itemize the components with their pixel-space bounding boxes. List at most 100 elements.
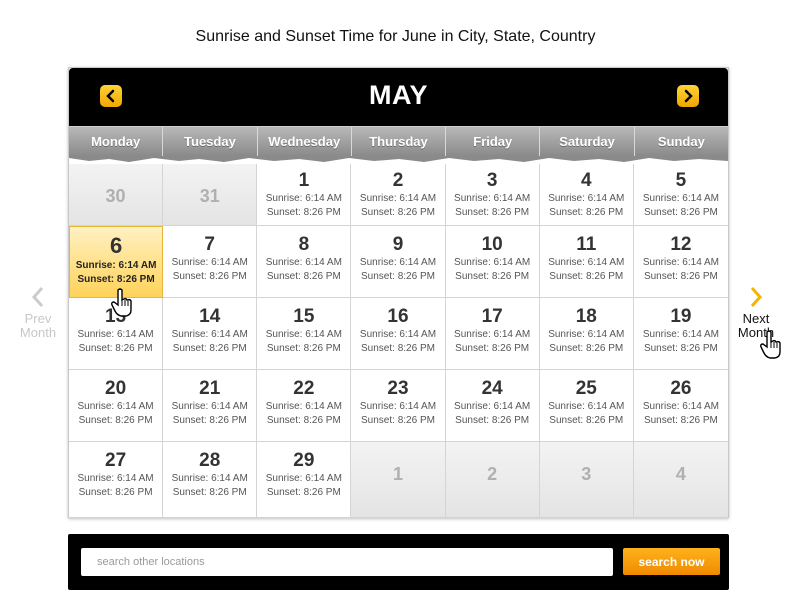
chevron-right-icon [684,89,693,103]
sunset-time: Sunset: 8:26 PM [78,415,153,426]
day-number: 20 [105,378,127,399]
sunrise-time: Sunrise: 6:14 AM [548,401,625,412]
sunrise-time: Sunrise: 6:14 AM [642,329,719,340]
day-number: 29 [293,450,315,471]
sunset-time: Sunset: 8:26 PM [455,271,530,282]
search-button[interactable]: search now [623,548,720,575]
sunset-time: Sunset: 8:26 PM [172,271,247,282]
calendar-day[interactable]: 27 Sunrise: 6:14 AM Sunset: 8:26 PM [69,442,164,518]
sunset-time: Sunset: 8:26 PM [172,415,247,426]
day-number: 4 [675,464,686,484]
sunset-time: Sunset: 8:26 PM [455,207,530,218]
day-number: 26 [670,378,692,399]
sunset-time: Sunset: 8:26 PM [172,343,247,354]
calendar-day[interactable]: 5 Sunrise: 6:14 AM Sunset: 8:26 PM [633,164,728,226]
day-number: 3 [581,464,592,484]
sunrise-time: Sunrise: 6:14 AM [548,257,625,268]
day-number: 27 [105,450,127,471]
search-input[interactable] [81,548,613,576]
calendar-day-other-month[interactable]: 4 [633,442,728,518]
weekday-label: Thursday [352,127,447,156]
day-number: 1 [298,170,310,191]
day-number: 2 [392,170,404,191]
weekday-label: Monday [69,127,164,156]
calendar-day[interactable]: 8 Sunrise: 6:14 AM Sunset: 8:26 PM [257,226,352,298]
sunset-time: Sunset: 8:26 PM [549,415,624,426]
sunrise-time: Sunrise: 6:14 AM [75,260,157,271]
weekday-label: Tuesday [163,127,258,156]
day-number: 15 [293,306,315,327]
sunset-time: Sunset: 8:26 PM [361,343,435,354]
calendar-day[interactable]: 9 Sunrise: 6:14 AM Sunset: 8:26 PM [351,226,446,298]
calendar-day[interactable]: 24 Sunrise: 6:14 AM Sunset: 8:26 PM [445,370,540,442]
day-number: 1 [392,464,403,484]
prev-month-label: Month [19,325,57,340]
calendar-day[interactable]: 11 Sunrise: 6:14 AM Sunset: 8:26 PM [539,226,634,298]
calendar-day[interactable]: 26 Sunrise: 6:14 AM Sunset: 8:26 PM [633,370,728,442]
day-number: 24 [481,378,503,399]
sunrise-time: Sunrise: 6:14 AM [454,193,531,204]
day-number: 21 [199,378,221,399]
calendar-day[interactable]: 19 Sunrise: 6:14 AM Sunset: 8:26 PM [633,298,728,370]
calendar-day[interactable]: 21 Sunrise: 6:14 AM Sunset: 8:26 PM [163,370,258,442]
calendar-day[interactable]: 20 Sunrise: 6:14 AM Sunset: 8:26 PM [69,370,164,442]
calendar-day[interactable]: 12 Sunrise: 6:14 AM Sunset: 8:26 PM [633,226,728,298]
calendar-day[interactable]: 28 Sunrise: 6:14 AM Sunset: 8:26 PM [163,442,258,518]
calendar-day-other-month[interactable]: 30 [69,164,164,226]
sunset-time: Sunset: 8:26 PM [361,415,435,426]
weekday-label: Wednesday [258,127,352,156]
sunset-time: Sunset: 8:26 PM [549,207,624,218]
day-number: 25 [575,378,597,399]
sunrise-time: Sunrise: 6:14 AM [454,329,531,340]
sunrise-time: Sunrise: 6:14 AM [359,193,437,204]
day-number: 18 [575,306,597,327]
sunset-time: Sunset: 8:26 PM [549,271,624,282]
day-number: 3 [486,170,498,191]
calendar-day[interactable]: 1 Sunrise: 6:14 AM Sunset: 8:26 PM [257,164,352,226]
sunset-time: Sunset: 8:26 PM [361,271,435,282]
sunset-time: Sunset: 8:26 PM [643,415,718,426]
calendar-day[interactable]: 18 Sunrise: 6:14 AM Sunset: 8:26 PM [539,298,634,370]
day-number: 8 [298,234,310,255]
day-number: 4 [580,170,592,191]
calendar-day[interactable]: 16 Sunrise: 6:14 AM Sunset: 8:26 PM [351,298,446,370]
prev-month-link[interactable]: Prev Month [14,286,62,340]
calendar-day[interactable]: 23 Sunrise: 6:14 AM Sunset: 8:26 PM [351,370,446,442]
calendar-day[interactable]: 3 Sunrise: 6:14 AM Sunset: 8:26 PM [445,164,540,226]
sunrise-time: Sunrise: 6:14 AM [77,401,154,412]
search-bar: search now [68,534,729,590]
calendar-day-other-month[interactable]: 1 [351,442,446,518]
day-number: 9 [392,234,404,255]
calendar-day-other-month[interactable]: 31 [163,164,258,226]
calendar-day[interactable]: 29 Sunrise: 6:14 AM Sunset: 8:26 PM [257,442,352,518]
calendar-day[interactable]: 4 Sunrise: 6:14 AM Sunset: 8:26 PM [539,164,634,226]
sunrise-time: Sunrise: 6:14 AM [77,473,154,484]
calendar-day[interactable]: 22 Sunrise: 6:14 AM Sunset: 8:26 PM [257,370,352,442]
calendar-day[interactable]: 10 Sunrise: 6:14 AM Sunset: 8:26 PM [445,226,540,298]
calendar-day[interactable]: 17 Sunrise: 6:14 AM Sunset: 8:26 PM [445,298,540,370]
sunset-time: Sunset: 8:26 PM [266,343,341,354]
sunset-time: Sunset: 8:26 PM [78,487,153,498]
calendar-day[interactable]: 14 Sunrise: 6:14 AM Sunset: 8:26 PM [163,298,258,370]
day-number: 23 [387,378,409,399]
sunrise-time: Sunrise: 6:14 AM [548,193,625,204]
sunset-time: Sunset: 8:26 PM [78,343,153,354]
sunrise-time: Sunrise: 6:14 AM [642,257,719,268]
day-number: 17 [481,306,503,327]
sunset-time: Sunset: 8:26 PM [77,274,155,285]
calendar-day-other-month[interactable]: 3 [539,442,634,518]
header-next-month-button[interactable] [677,85,699,107]
sunrise-time: Sunrise: 6:14 AM [548,329,625,340]
calendar-day[interactable]: 2 Sunrise: 6:14 AM Sunset: 8:26 PM [351,164,446,226]
next-month-label: Next [742,311,770,326]
weekday-header-row: Monday Tuesday Wednesday Thursday Friday… [69,126,728,156]
sunset-time: Sunset: 8:26 PM [172,487,247,498]
sunrise-time: Sunrise: 6:14 AM [265,401,342,412]
calendar-day[interactable]: 15 Sunrise: 6:14 AM Sunset: 8:26 PM [257,298,352,370]
sunrise-time: Sunrise: 6:14 AM [454,257,531,268]
calendar-day-other-month[interactable]: 2 [445,442,540,518]
sunset-time: Sunset: 8:26 PM [455,415,530,426]
calendar-day[interactable]: 7 Sunrise: 6:14 AM Sunset: 8:26 PM [163,226,258,298]
hand-pointer-icon [760,330,781,359]
calendar-day[interactable]: 25 Sunrise: 6:14 AM Sunset: 8:26 PM [539,370,634,442]
